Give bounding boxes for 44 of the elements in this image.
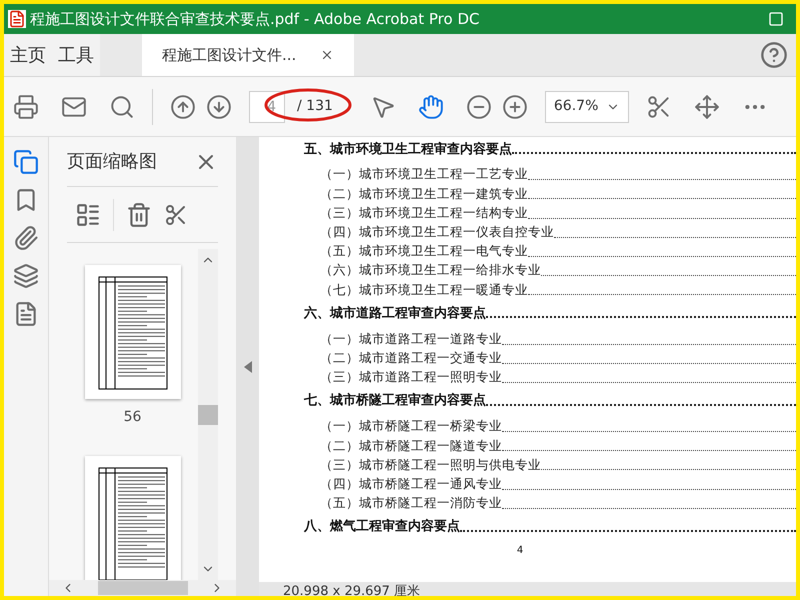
- panel-title: 页面缩略图: [67, 150, 157, 174]
- toc-entry: （一）城市环境卫生工程一工艺专业: [320, 165, 528, 184]
- page-thumbnail[interactable]: [84, 456, 180, 580]
- collapse-icon[interactable]: [244, 360, 252, 372]
- toc-entry: （三）城市桥隧工程一照明与供电专业: [320, 456, 541, 474]
- scroll-thumb[interactable]: [198, 404, 218, 424]
- options-icon[interactable]: [75, 202, 101, 228]
- section-heading: 五、城市环境卫生工程审查内容要点: [304, 140, 512, 158]
- paperclip-icon[interactable]: [13, 225, 39, 251]
- maximize-icon: [768, 11, 784, 27]
- trash-icon[interactable]: [126, 202, 152, 228]
- window-title: 程施工图设计文件联合审查技术要点.pdf - Adobe Acrobat Pro DC: [30, 8, 480, 30]
- toc-entry: （二）城市道路工程一交通专业: [320, 348, 502, 367]
- section-heading: 七、城市桥隧工程审查内容要点: [304, 392, 486, 410]
- help-icon[interactable]: [760, 41, 788, 69]
- page-footer-number: 4: [516, 544, 524, 558]
- section-heading: 八、燃气工程审查内容要点: [304, 518, 460, 536]
- toc-entry: （六）城市环境卫生工程一给排水专业: [320, 261, 541, 280]
- nav-tab[interactable]: 主页: [4, 34, 52, 76]
- toc-entry: （五）城市环境卫生工程一电气专业: [320, 242, 528, 260]
- document-tab[interactable]: 程施工图设计文件...: [142, 34, 354, 76]
- toc-entry: （四）城市环境卫生工程一仪表自控专业: [320, 223, 554, 241]
- toc-entry: （四）城市桥隧工程一通风专业: [320, 474, 502, 493]
- toc-entry: （七）城市环境卫生工程一暖通专业: [320, 280, 528, 299]
- toc-entry: （二）城市环境卫生工程一建筑专业: [320, 184, 528, 203]
- page-count: / 131: [297, 97, 333, 116]
- page-thumbnail[interactable]: [84, 265, 180, 399]
- toc-entry: （五）城市桥隧工程一消防专业: [320, 494, 502, 512]
- layers-icon[interactable]: [13, 263, 39, 289]
- toc-entry: （三）城市道路工程一照明专业: [320, 368, 502, 386]
- horizontal-scrollbar[interactable]: [49, 580, 236, 596]
- vertical-scrollbar[interactable]: [198, 249, 218, 580]
- pdf-file-icon: [8, 10, 26, 28]
- pages-icon[interactable]: [13, 149, 39, 175]
- toc-entry: （二）城市桥隧工程一隧道专业: [320, 436, 502, 454]
- toc-entry: （一）城市道路工程一道路专业: [320, 330, 502, 348]
- split-icon[interactable]: [164, 202, 188, 226]
- zoom-dropdown[interactable]: 66.7%: [544, 90, 629, 122]
- toc-entry: （一）城市桥隧工程一桥梁专业: [320, 417, 502, 436]
- section-heading: 六、城市道路工程审查内容要点: [304, 304, 486, 323]
- toc-entry: （三）城市环境卫生工程一结构专业: [320, 204, 528, 222]
- page-number-label: 56: [124, 408, 142, 427]
- nav-tab[interactable]: 工具: [52, 34, 100, 76]
- scroll-thumb[interactable]: [98, 581, 188, 595]
